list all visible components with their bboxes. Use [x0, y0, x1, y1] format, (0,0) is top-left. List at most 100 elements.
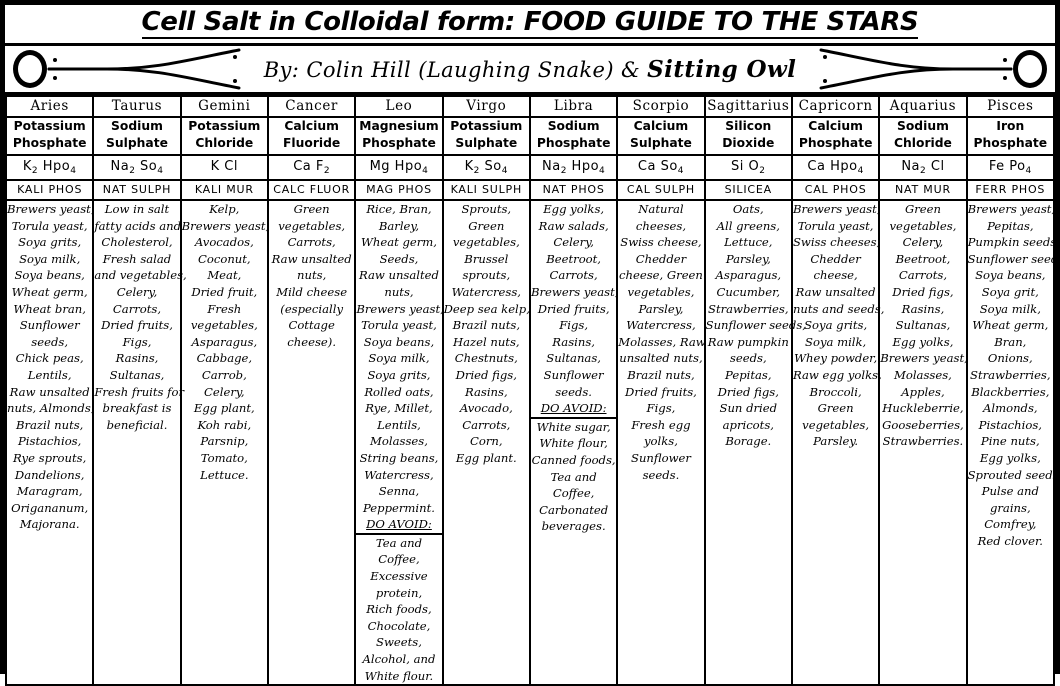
food-line: Sunflower: [631, 450, 691, 465]
food-line: Figs,: [122, 334, 152, 349]
cell-foods-aquarius: Green vegetables, Celery, Beetroot, Carrots,…: [878, 198, 968, 686]
food-line: Kelp,: [209, 202, 240, 216]
food-line: Soya milk,: [19, 251, 81, 266]
food-line: Low in salt: [104, 202, 170, 216]
food-line: Raw unsalted: [795, 284, 876, 299]
food-line: Green: [468, 218, 505, 233]
cell-sign-gemini: Gemini: [179, 95, 269, 118]
cell-foods-taurus: Low in salt fatty acids and Cholesterol, Fr…: [92, 198, 187, 686]
food-line: Carrots,: [549, 268, 598, 283]
cell-formula-taurus: Na2 So4: [92, 154, 182, 181]
food-line: Almonds,: [983, 401, 1038, 416]
food-line: cheeses,: [635, 218, 687, 233]
food-line: Whey powder,: [794, 351, 878, 366]
food-line: Pulse and: [981, 484, 1039, 499]
avoid-line: Rich foods,: [366, 602, 432, 617]
food-line: Soya beans,: [14, 268, 85, 283]
cell-formula-sagittarius: Si O2: [703, 154, 793, 181]
food-line: Chick peas,: [15, 351, 84, 366]
avoid-heading-leo: DO AVOID:: [366, 517, 432, 532]
cell-abbr-aquarius: NAT MUR: [878, 179, 968, 201]
food-line: Raw pumpkin: [707, 334, 789, 349]
food-line: Rasins,: [464, 384, 508, 399]
food-line: Beetroot,: [546, 251, 601, 266]
food-line: Gooseberries,: [882, 417, 964, 432]
avoid-line: protein,: [375, 585, 423, 600]
byline-author: Sitting Owl: [647, 55, 797, 83]
avoid-line: Chocolate,: [367, 618, 431, 633]
cell-abbr-virgo: KALI SULPH: [441, 179, 531, 201]
food-line: Brazil nuts,: [15, 417, 84, 432]
avoid-line: Alcohol, and: [362, 652, 436, 667]
food-line: Brewers yeast,: [967, 202, 1056, 216]
food-line: Green: [817, 401, 854, 416]
food-line: Brussel: [464, 251, 509, 266]
food-line: Watercress,: [364, 467, 434, 482]
food-line: Koh rabi,: [197, 417, 252, 432]
food-line: Rye sprouts,: [13, 450, 87, 465]
food-line: Sunflower: [19, 318, 80, 333]
food-line: Lettuce,: [724, 235, 773, 250]
food-line: Pistachios,: [18, 434, 82, 449]
food-line: Celery,: [902, 235, 944, 250]
byline: By: Colin Hill (Laughing Snake) & Sittin…: [242, 56, 818, 83]
food-line: Fresh egg: [631, 417, 691, 432]
cell-salt-gemini: Potassium Chloride: [179, 116, 269, 156]
food-line: Dried fruits,: [537, 301, 610, 316]
avoid-line: Sweets,: [376, 635, 422, 650]
food-line: unsalted nuts,: [619, 351, 703, 366]
cell-sign-aquarius: Aquarius: [878, 95, 968, 118]
food-line: String beans,: [359, 450, 439, 465]
avoid-heading-libra: DO AVOID:: [540, 401, 607, 416]
food-guide-poster: Cell Salt in Colloidal form: FOOD GUIDE …: [0, 0, 1060, 686]
food-line: Parsley.: [813, 434, 859, 449]
food-line: Molasses,: [894, 367, 952, 382]
cell-foods-scorpio: Natural cheeses, Swiss cheese, Chedder chees…: [616, 198, 706, 686]
foods-list-libra: Egg yolks, Raw salads, Celery, Beetroot, Car…: [528, 201, 618, 535]
cell-foods-leo: Rice, Bran, Barley, Wheat germ, Seeds, Raw u…: [354, 198, 444, 686]
food-line: Figs,: [559, 318, 589, 333]
avoid-line: White flour.: [364, 668, 434, 683]
food-line: Dandelions,: [14, 467, 85, 482]
food-line: Brewers yeast,: [792, 202, 881, 216]
food-line: Wheat germ,: [11, 284, 88, 299]
cell-foods-virgo: Sprouts, Green vegetables, Brussel sprouts, W…: [441, 198, 531, 686]
foods-list-taurus: Low in salt fatty acids and Cholesterol, Fr…: [94, 201, 187, 433]
cell-sign-capricorn: Capricorn: [790, 95, 881, 118]
food-line: Origananum,: [11, 500, 89, 515]
avoid-line: beverages.: [541, 519, 606, 534]
food-line: Brewers yeast,: [7, 202, 95, 216]
food-line: Fresh salad: [102, 251, 172, 266]
cell-formula-libra: Na2 Hpo4: [528, 154, 619, 181]
food-line: Swiss cheeses,: [792, 235, 881, 250]
food-line: Cucumber,: [716, 284, 781, 299]
food-line: nuts,: [297, 268, 327, 283]
food-line: Sunflower seeds,: [967, 251, 1060, 266]
avoid-line: Canned foods,: [531, 452, 616, 467]
row-formula: K2 Hpo4 Na2 So4 K Cl Ca F2 Mg Hpo4 K2 So4 Na2 …: [4, 154, 1056, 181]
cell-formula-pisces: Fe Po4: [965, 154, 1056, 181]
food-line: Swiss cheese,: [620, 235, 702, 250]
food-line: Deep sea kelp,: [443, 301, 530, 316]
food-line: Huckleberrie,: [882, 401, 964, 416]
foods-list-scorpio: Natural cheeses, Swiss cheese, Chedder chees…: [618, 201, 705, 483]
row-zodiac-sign: Aries Taurus Gemini Cancer Leo Virgo Libra Scor…: [4, 95, 1056, 118]
food-line: Apples,: [901, 384, 945, 399]
food-line: (especially: [280, 301, 343, 316]
flourish-ornament-right-icon: [819, 48, 1013, 90]
food-line: Pepitas,: [725, 367, 772, 382]
food-line: Sultanas,: [895, 318, 951, 333]
food-line: Pistachios,: [978, 417, 1042, 432]
food-line: vegetables,: [802, 417, 870, 432]
food-line: Brewers yeast,: [356, 301, 444, 316]
food-line: Dried figs,: [455, 367, 517, 382]
food-line: All greens,: [716, 218, 780, 233]
cell-formula-aquarius: Na2 Cl: [878, 154, 968, 181]
food-line: Parsley,: [638, 301, 684, 316]
cell-sign-sagittarius: Sagittarius: [703, 95, 793, 118]
food-line: apricots,: [722, 417, 774, 432]
food-line: and vegetables,: [94, 268, 187, 283]
food-line: nuts and seeds,: [792, 301, 885, 316]
food-line: Asparagus,: [191, 334, 258, 349]
food-line: Parsnip,: [200, 434, 249, 449]
